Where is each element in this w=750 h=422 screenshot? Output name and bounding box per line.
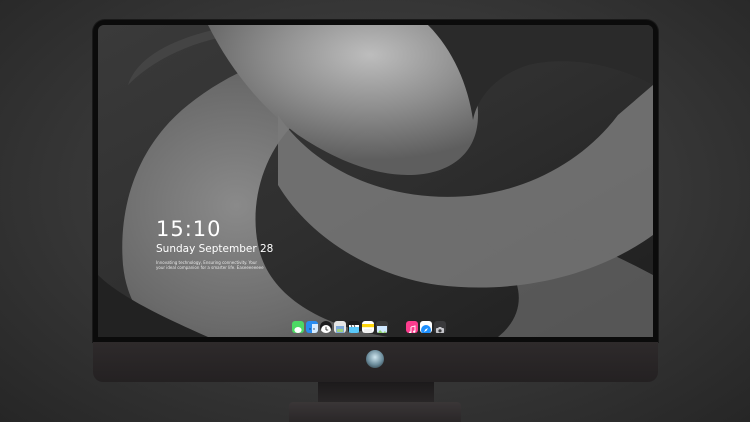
photos-icon[interactable] — [376, 321, 388, 333]
music-icon[interactable] — [406, 321, 418, 333]
clock-icon[interactable] — [320, 321, 332, 333]
notes-icon[interactable] — [362, 321, 374, 333]
monitor-chin — [93, 342, 658, 382]
messages-icon[interactable] — [292, 321, 304, 333]
lock-date: Sunday September 28 — [156, 243, 274, 255]
camera-icon[interactable] — [434, 321, 446, 333]
preview-icon[interactable] — [334, 321, 346, 333]
wallpaper — [98, 25, 653, 337]
imac-monitor: 15:10 Sunday September 28 Innovating tec… — [93, 20, 658, 382]
lock-screen[interactable]: 15:10 Sunday September 28 Innovating tec… — [98, 25, 653, 337]
lock-clock: 15:10 — [156, 217, 222, 241]
monitor-bezel: 15:10 Sunday September 28 Innovating tec… — [93, 20, 658, 342]
stand-neck — [318, 382, 434, 404]
lock-note: Innovating technology, Ensuring connecti… — [156, 260, 266, 270]
stand-base — [289, 402, 461, 422]
lock-note-line-2: your ideal companion for a smarter life.… — [156, 265, 264, 270]
safari-icon[interactable] — [420, 321, 432, 333]
lock-info: 15:10 Sunday September 28 Innovating tec… — [156, 217, 273, 270]
dock — [289, 319, 449, 335]
brand-logo-icon — [366, 350, 384, 368]
final-cut-icon[interactable] — [348, 321, 360, 333]
finder-icon[interactable] — [306, 321, 318, 333]
